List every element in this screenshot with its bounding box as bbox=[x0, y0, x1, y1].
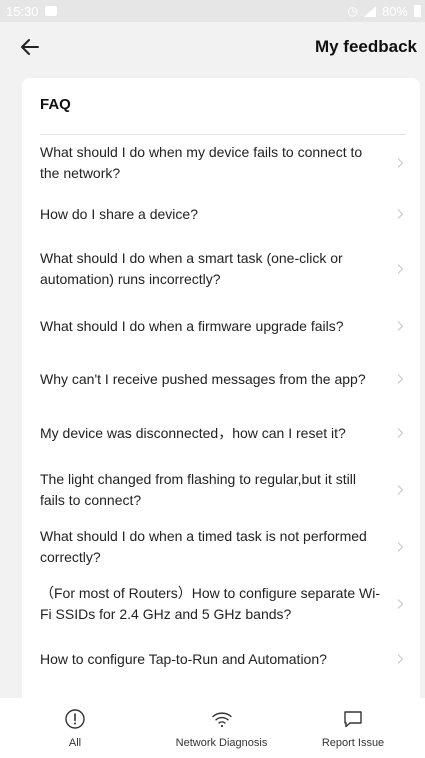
battery-icon bbox=[414, 5, 421, 17]
faq-item[interactable]: （For most of Routers）How to configure se… bbox=[22, 573, 420, 635]
faq-title: FAQ bbox=[40, 96, 71, 113]
faq-item-text: What should I do when a timed task is no… bbox=[40, 528, 367, 565]
tab-label: Network Diagnosis bbox=[175, 737, 268, 749]
faq-item-text: What should I do when my device fails to… bbox=[40, 144, 363, 181]
chevron-right-icon bbox=[397, 264, 404, 274]
faq-item-text: What should I do when a smart task (one-… bbox=[40, 250, 343, 287]
alarm-icon: ◷ bbox=[347, 4, 358, 18]
info-circle-icon bbox=[65, 709, 85, 729]
battery-level: 80% bbox=[381, 3, 408, 19]
faq-list: What should I do when my device fails to… bbox=[22, 135, 420, 683]
status-time: 15:30 bbox=[6, 3, 39, 19]
tab-network-diagnosis[interactable]: Network Diagnosis bbox=[162, 698, 282, 758]
nav-bar: My feedback bbox=[0, 22, 425, 72]
faq-item[interactable]: My device was disconnected，how can I res… bbox=[22, 407, 420, 459]
tab-all[interactable]: All bbox=[0, 698, 150, 758]
faq-item[interactable]: What should I do when a smart task (one-… bbox=[22, 237, 420, 301]
faq-item[interactable]: What should I do when a timed task is no… bbox=[22, 521, 420, 573]
faq-item-text: My device was disconnected，how can I res… bbox=[40, 424, 346, 441]
faq-card: FAQ What should I do when my device fail… bbox=[22, 78, 420, 698]
faq-item-text: How to configure Tap-to-Run and Automati… bbox=[40, 650, 327, 667]
chevron-right-icon bbox=[397, 321, 404, 331]
faq-item-text: （For most of Routers）How to configure se… bbox=[40, 585, 381, 622]
chevron-right-icon bbox=[397, 428, 404, 438]
faq-item-text: How do I share a device? bbox=[40, 205, 198, 222]
faq-item[interactable]: How to configure Tap-to-Run and Automati… bbox=[22, 635, 420, 683]
chevron-right-icon bbox=[397, 654, 404, 664]
faq-item-text: The light changed from flashing to regul… bbox=[40, 471, 356, 508]
faq-item[interactable]: What should I do when my device fails to… bbox=[22, 135, 420, 191]
gallery-notification-icon bbox=[44, 6, 57, 16]
tab-report-issue[interactable]: Report Issue bbox=[293, 698, 413, 758]
bottom-nav: All Network Diagnosis Report Issue bbox=[0, 698, 425, 758]
chat-bubble-icon bbox=[344, 711, 362, 728]
faq-item[interactable]: The light changed from flashing to regul… bbox=[22, 459, 420, 521]
faq-item[interactable]: How do I share a device? bbox=[22, 191, 420, 237]
chevron-right-icon bbox=[397, 158, 404, 168]
chevron-right-icon bbox=[397, 209, 404, 219]
tab-label: All bbox=[68, 737, 82, 749]
status-bar: 15:30 ◷ 80% bbox=[0, 0, 425, 22]
signal-icon bbox=[363, 5, 376, 17]
back-arrow-icon[interactable] bbox=[20, 35, 44, 59]
page-title: My feedback bbox=[314, 37, 417, 56]
faq-item-text: What should I do when a firmware upgrade… bbox=[40, 317, 344, 334]
chevron-right-icon bbox=[397, 542, 404, 552]
tab-label: Report Issue bbox=[321, 737, 385, 749]
chevron-right-icon bbox=[397, 485, 404, 495]
faq-item[interactable]: What should I do when a firmware upgrade… bbox=[22, 301, 420, 351]
faq-item-text: Why can't I receive pushed messages from… bbox=[40, 370, 366, 387]
faq-item[interactable]: Why can't I receive pushed messages from… bbox=[22, 351, 420, 407]
chevron-right-icon bbox=[397, 374, 404, 384]
wifi-icon bbox=[211, 712, 232, 728]
chevron-right-icon bbox=[397, 599, 404, 609]
